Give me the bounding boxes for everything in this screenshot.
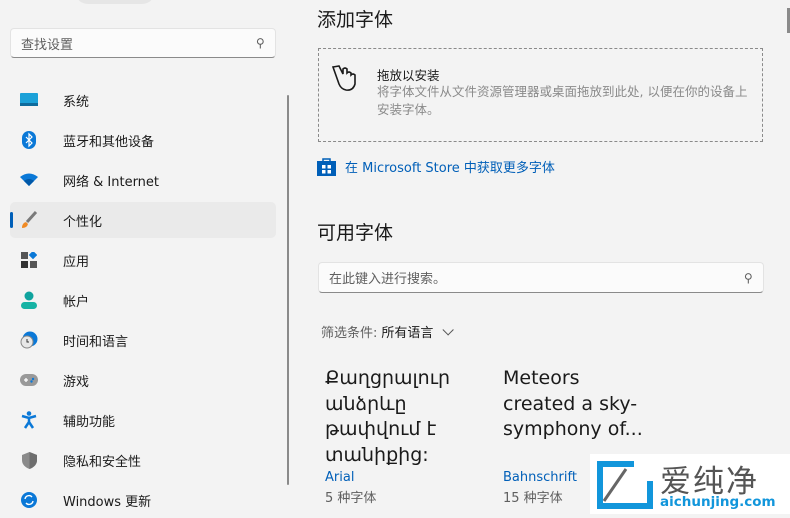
shield-icon [20,451,38,469]
accessibility-icon [20,411,38,429]
bluetooth-icon [20,131,38,149]
sidebar-item-label: 网络 & Internet [63,174,160,190]
search-icon[interactable]: ⚲ [256,36,265,50]
search-icon[interactable]: ⚲ [744,271,753,285]
watermark-url: aichunjing.com [660,494,776,510]
sidebar-item-label: 隐私和安全性 [63,454,142,470]
person-icon [20,291,38,309]
hand-drag-icon [331,65,356,91]
monitor-icon [20,91,38,109]
font-sample: Meteors created a sky-symphony of... [503,367,643,440]
drop-description: 将字体文件从文件资源管理器或桌面拖放到此处, 以便在你的设备上安装字体。 [377,84,748,117]
sidebar-item-10[interactable]: Windows 更新 [10,482,276,518]
font-card-arial[interactable]: Քաղցրալուր անձրևը թափվում է տանիքից: Ari… [325,366,495,506]
filter-label: 筛选条件: [321,326,378,341]
font-name: Arial [325,470,355,485]
drop-zone[interactable]: 拖放以安装 将字体文件从文件资源管理器或桌面拖放到此处, 以便在你的设备上安装字… [318,48,763,142]
sidebar-item-label: 时间和语言 [63,334,129,350]
sidebar-item-0[interactable]: 系统 [10,82,276,118]
search-placeholder: 查找设置 [21,37,74,53]
wifi-icon [20,171,38,189]
sidebar-item-5[interactable]: 帐户 [10,282,276,318]
sidebar-item-1[interactable]: 蓝牙和其他设备 [10,122,276,158]
gamepad-icon [20,371,38,389]
sidebar-item-label: 个性化 [63,214,103,230]
sidebar-item-4[interactable]: 应用 [10,242,276,278]
settings-search-input[interactable]: 查找设置 ⚲ [10,28,276,58]
sidebar-item-8[interactable]: 辅助功能 [10,402,276,438]
store-link[interactable]: 在 Microsoft Store 中获取更多字体 [317,157,555,176]
chevron-down-icon [442,323,455,336]
sidebar-scrollbar[interactable] [287,95,289,485]
font-sample: Քաղցրալուր անձրևը թափվում է տանիքից: [325,367,451,466]
sync-icon [20,491,38,509]
filter-value: 所有语言 [381,326,434,341]
sidebar-item-3[interactable]: 个性化 [10,202,276,238]
sidebar-item-label: 辅助功能 [63,414,116,430]
sidebar-item-9[interactable]: 隐私和安全性 [10,442,276,478]
watermark-logo-icon [597,461,653,509]
sidebar-item-label: 系统 [63,94,90,110]
apps-icon [20,251,38,269]
sidebar-item-label: Windows 更新 [63,494,152,510]
watermark: 爱纯净 aichunjing.com [590,454,790,514]
store-link-label: 在 Microsoft Store 中获取更多字体 [345,161,555,176]
language-filter[interactable]: 筛选条件: 所有语言 [321,322,455,341]
sidebar-item-label: 应用 [63,254,90,270]
font-search-input[interactable]: 在此键入进行搜索。 ⚲ [318,262,764,293]
font-search-placeholder: 在此键入进行搜索。 [329,272,447,287]
store-icon [317,158,336,176]
sidebar-item-label: 游戏 [63,374,90,390]
drop-title: 拖放以安装 [377,68,440,83]
sidebar-item-2[interactable]: 网络 & Internet [10,162,276,198]
add-fonts-heading: 添加字体 [317,9,394,31]
avatar [75,0,155,4]
font-count: 5 种字体 [325,491,377,506]
brush-icon [20,211,38,229]
sidebar-item-label: 蓝牙和其他设备 [63,134,155,150]
sidebar-item-6[interactable]: 时间和语言 [10,322,276,358]
sidebar-item-label: 帐户 [63,294,90,310]
sidebar-item-7[interactable]: 游戏 [10,362,276,398]
available-fonts-heading: 可用字体 [317,222,394,244]
clock-globe-icon [20,331,38,349]
